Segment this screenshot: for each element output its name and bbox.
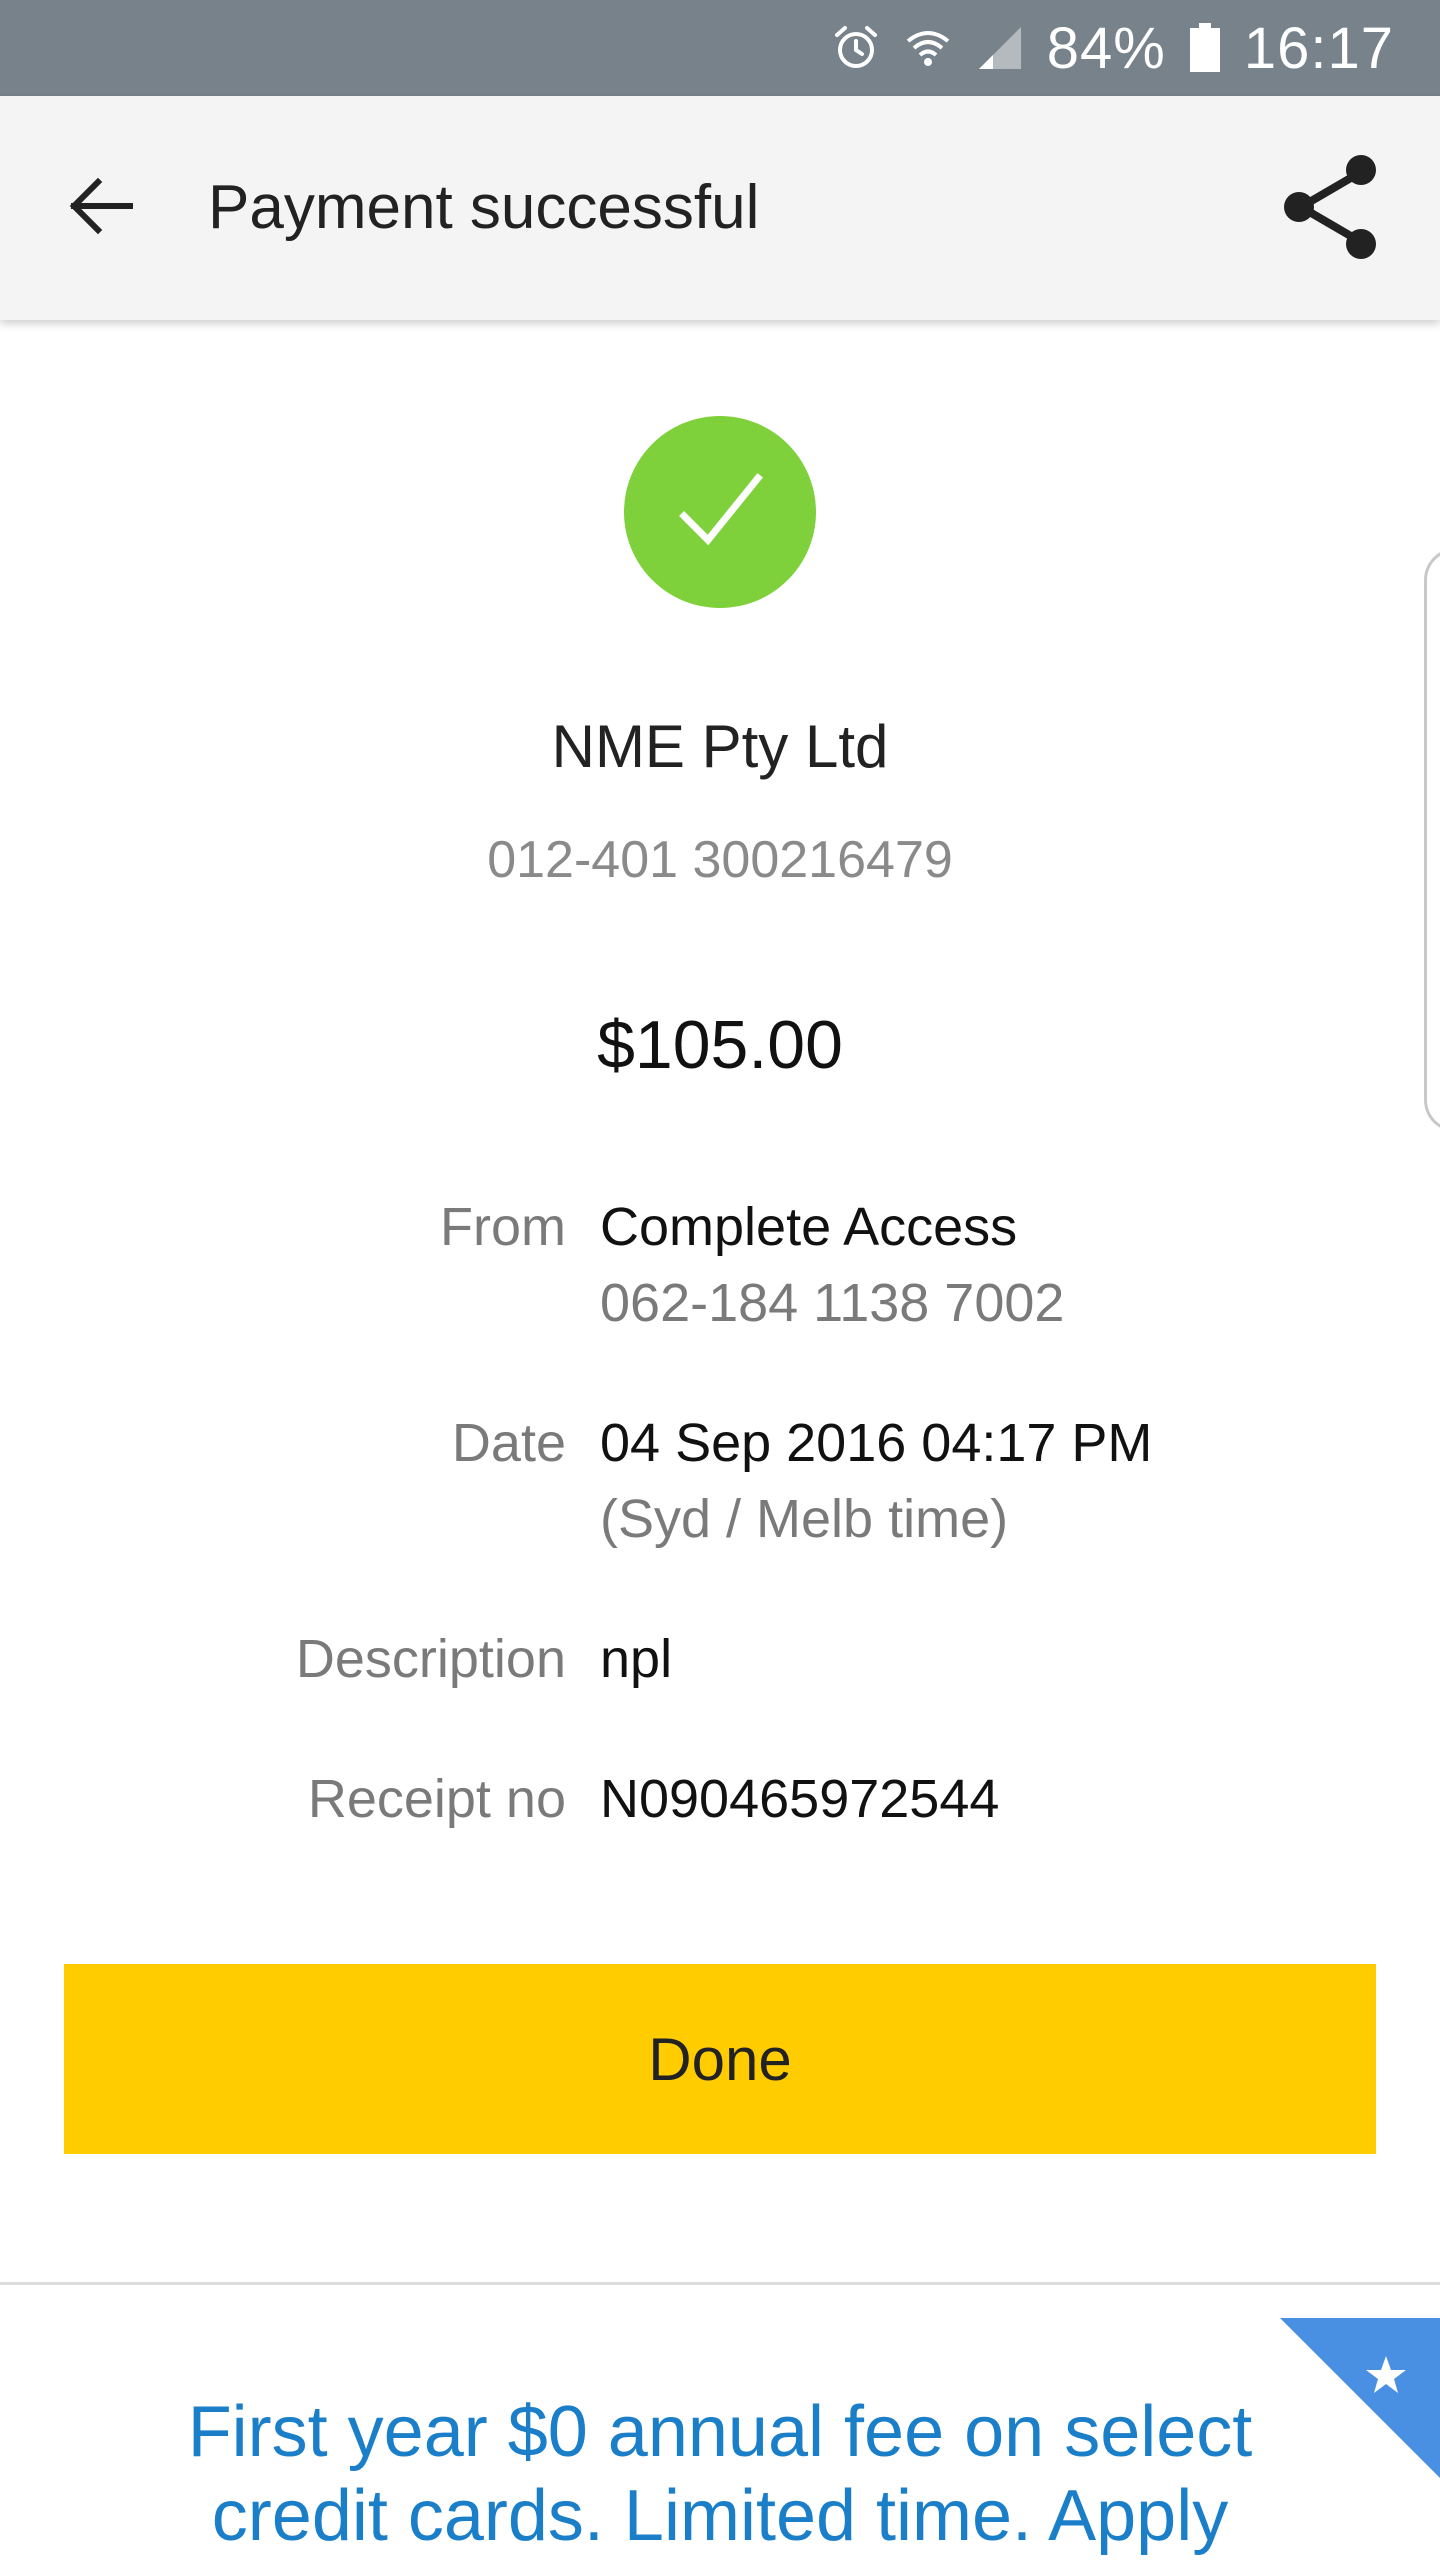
clock: 16:17	[1243, 15, 1394, 81]
payee-account: 012-401 300216479	[487, 831, 953, 889]
receipt-number: N090465972544	[600, 1769, 1000, 1829]
wifi-icon	[903, 23, 953, 73]
date-timezone: (Syd / Melb time)	[600, 1489, 1009, 1549]
receipt-label: Receipt no	[307, 1769, 566, 1829]
from-label: From	[440, 1197, 566, 1257]
success-badge	[624, 416, 816, 608]
from-account-number: 062-184 1138 7002	[600, 1273, 1065, 1333]
signal-icon	[975, 23, 1025, 73]
page-title: Payment successful	[208, 173, 760, 242]
battery-icon	[1188, 22, 1222, 74]
battery-percent: 84%	[1046, 15, 1166, 81]
status-bar: 84% 16:17	[0, 0, 1440, 96]
description-value: npl	[600, 1629, 673, 1689]
arrow-back-icon	[69, 177, 133, 235]
share-button[interactable]	[1278, 152, 1388, 262]
share-icon	[1284, 155, 1376, 259]
promo-link[interactable]: First year $0 annual fee on select credi…	[100, 2390, 1340, 2558]
payee-name: NME Pty Ltd	[551, 713, 889, 780]
description-label: Description	[295, 1629, 566, 1689]
checkmark-icon	[679, 473, 763, 546]
edge-panel-handle[interactable]	[1424, 548, 1440, 1132]
from-account-name: Complete Access	[600, 1197, 1018, 1257]
done-button[interactable]: Done	[64, 1964, 1376, 2154]
date-label: Date	[451, 1413, 566, 1473]
alarm-icon	[831, 23, 881, 73]
app-bar: Payment successful	[0, 96, 1440, 320]
back-button[interactable]	[56, 162, 144, 250]
payment-amount: $105.00	[597, 1007, 843, 1083]
divider	[0, 2282, 1440, 2285]
date-value: 04 Sep 2016 04:17 PM	[600, 1413, 1153, 1473]
